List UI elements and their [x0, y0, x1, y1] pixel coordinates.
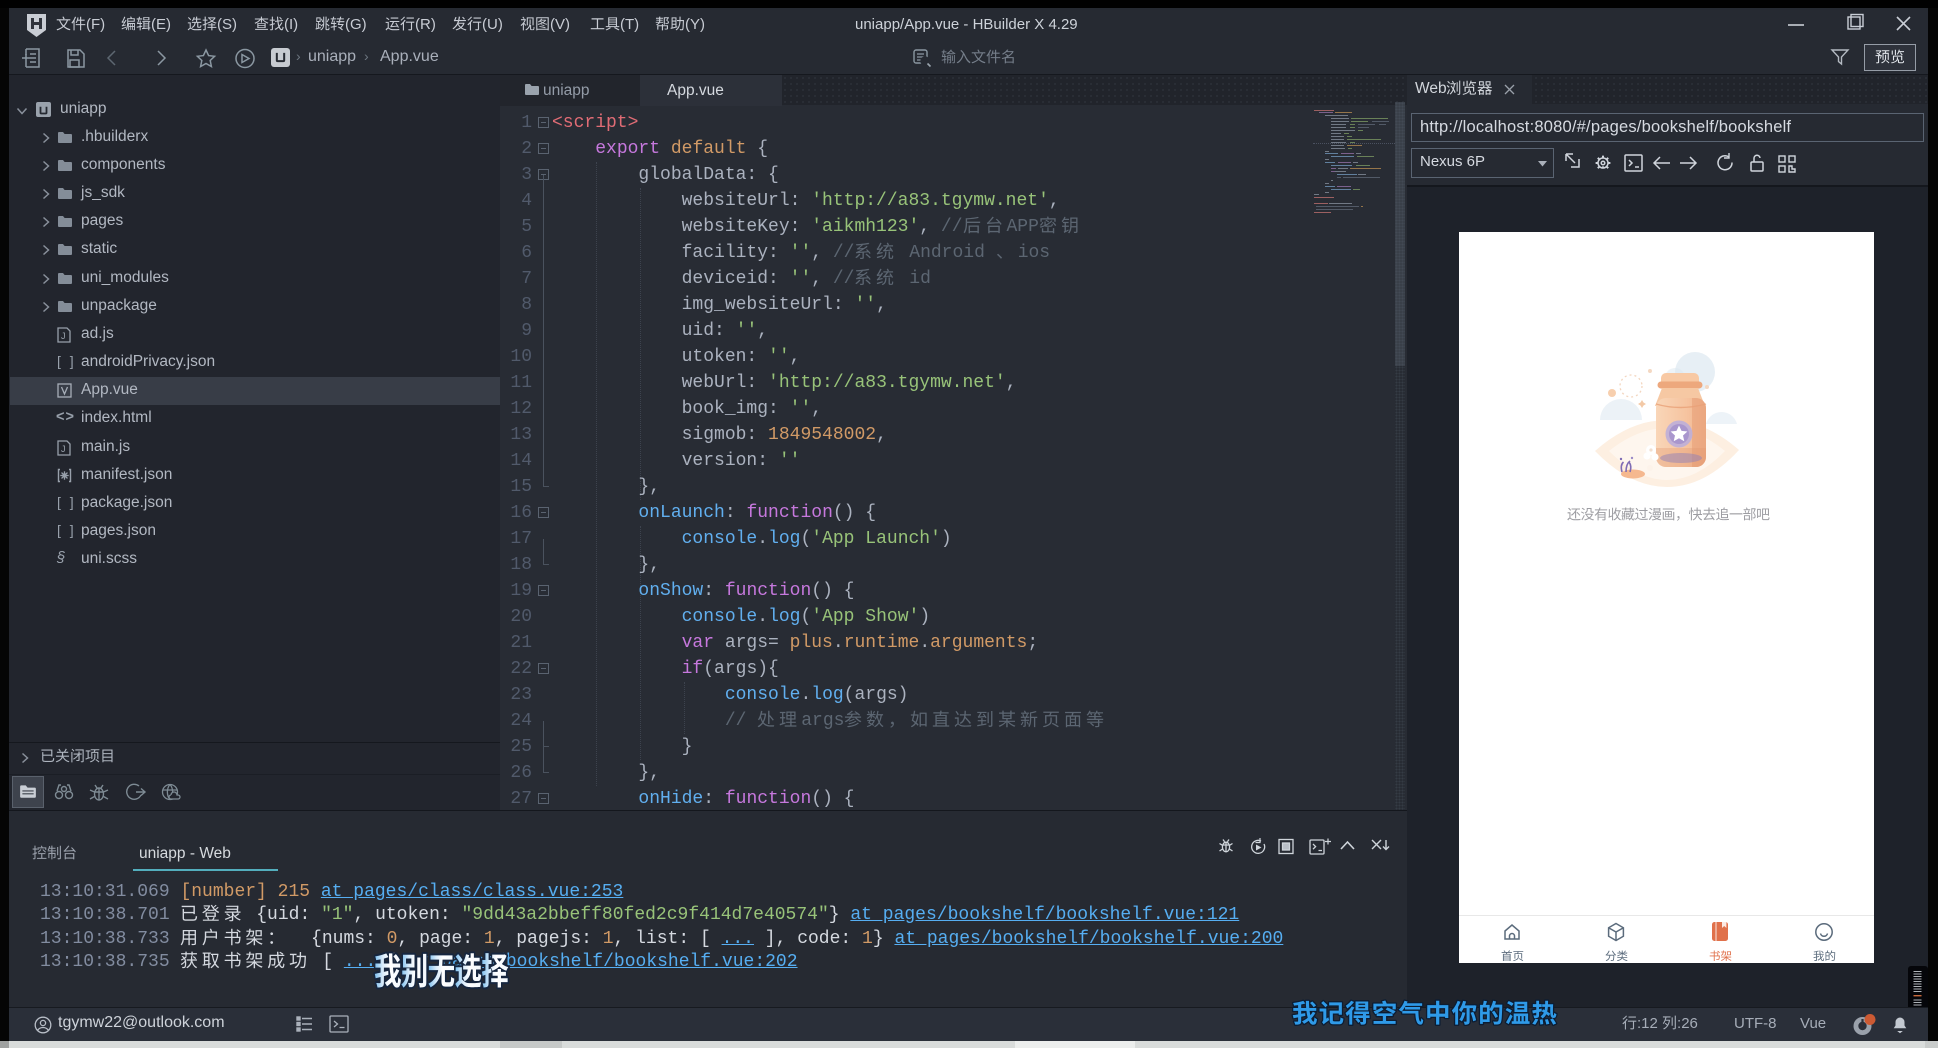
svg-text:J: J [61, 331, 66, 341]
svg-text:J: J [61, 444, 66, 454]
